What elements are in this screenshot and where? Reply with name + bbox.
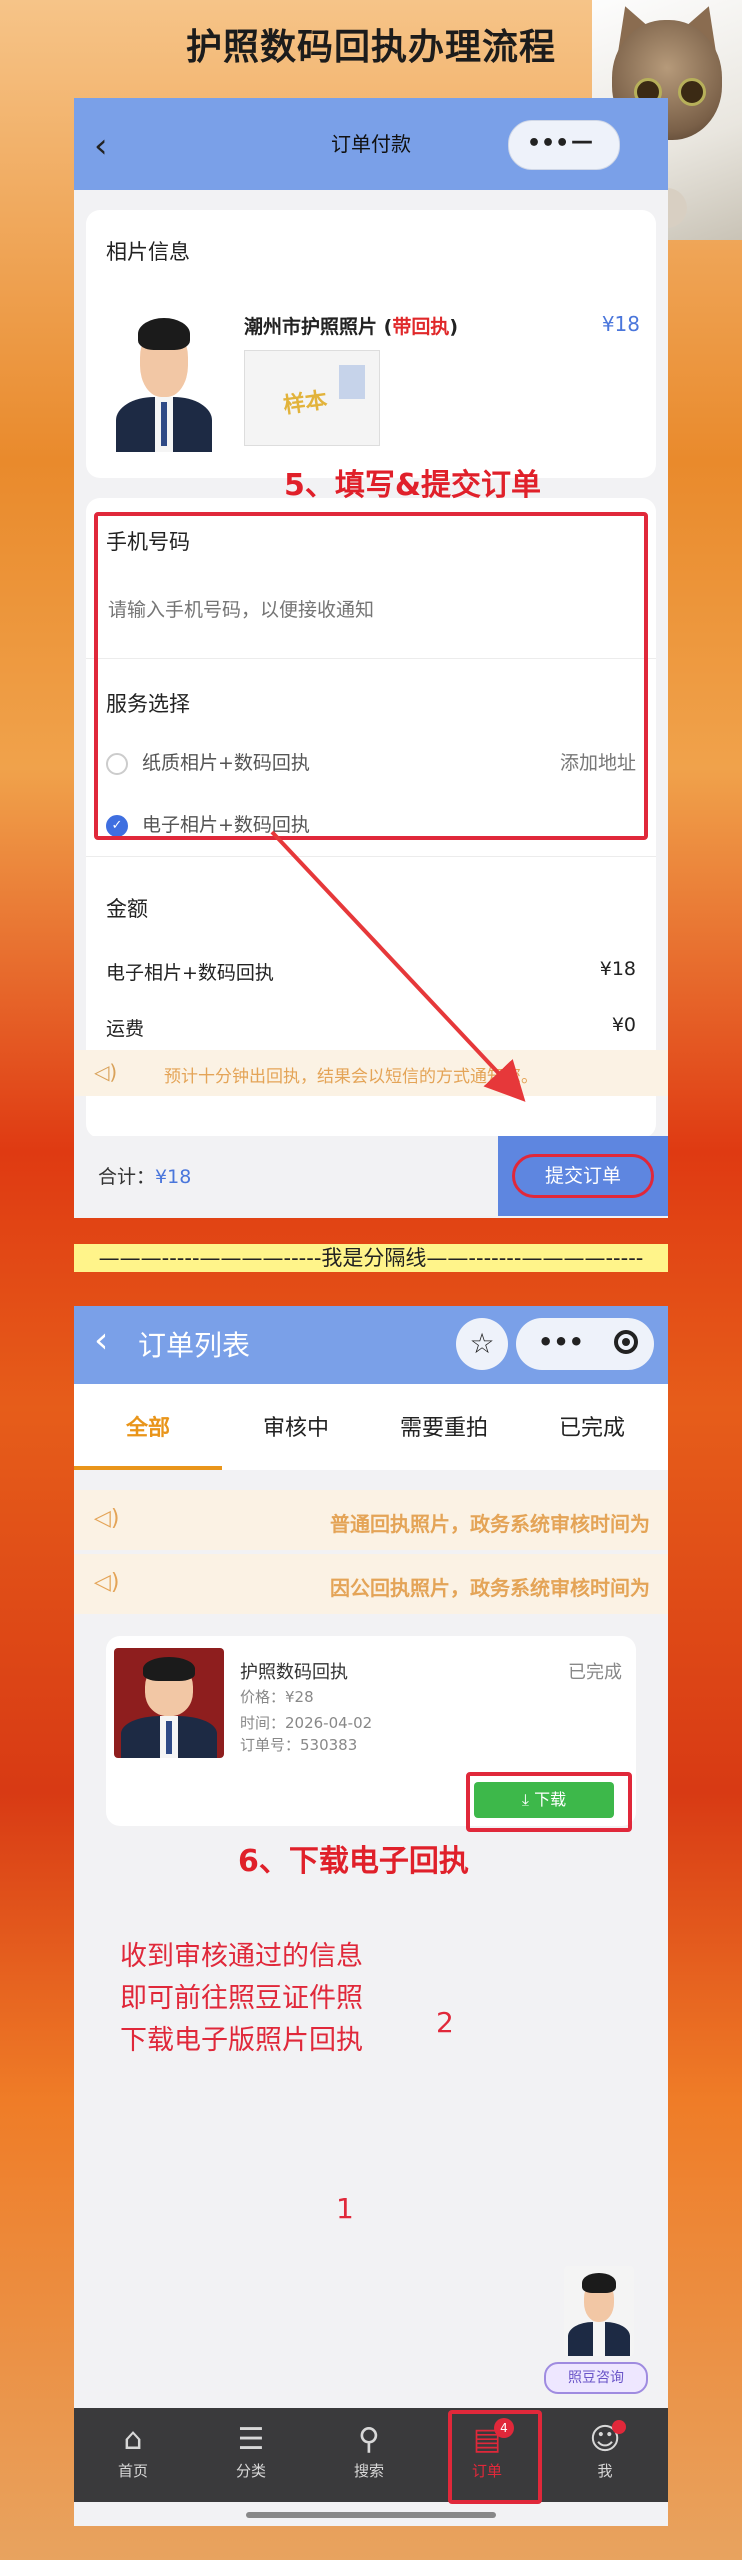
order-photo — [114, 1648, 224, 1758]
order-list-screen: ‹ 订单列表 ☆ ••• 全部 审核中 需要重拍 已完成 ◁) 普通回执照片，政… — [74, 1306, 668, 2526]
tab-retake[interactable]: 需要重拍 — [370, 1410, 518, 1442]
star-icon[interactable]: ☆ — [456, 1318, 508, 1370]
back-icon[interactable]: ‹ — [94, 1320, 108, 1361]
tab-completed[interactable]: 已完成 — [518, 1410, 666, 1442]
tabbar-home[interactable]: ⌂ 首页 — [74, 2420, 192, 2481]
arrow-to-submit — [270, 830, 526, 1102]
step-number-1: 1 — [336, 2192, 354, 2225]
order-number: 订单号：530383 — [240, 1736, 358, 1754]
tab-all[interactable]: 全部 — [74, 1410, 222, 1442]
consult-button[interactable]: 照豆咨询 — [544, 2362, 648, 2394]
home-indicator — [246, 2512, 496, 2518]
highlight-box — [466, 1772, 632, 1832]
notification-dot — [612, 2420, 626, 2434]
tabbar-category[interactable]: ☰ 分类 — [192, 2420, 310, 2481]
notice-bar-2: ◁) 因公回执照片，政务系统审核时间为 — [74, 1554, 668, 1614]
home-icon: ⌂ — [123, 2422, 143, 2457]
tab-underline — [74, 1466, 222, 1470]
order-time: 时间：2026-04-02 — [240, 1714, 373, 1732]
miniapp-capsule[interactable]: ••• — [516, 1318, 654, 1370]
tab-reviewing[interactable]: 审核中 — [222, 1410, 370, 1442]
bottom-tab-bar: ⌂ 首页 ☰ 分类 ⚲ 搜索 ▤ 订单 4 ☺ 我 — [74, 2408, 668, 2504]
highlight-box — [448, 2410, 542, 2504]
step6-label: 6、下载电子回执 — [238, 1844, 469, 1879]
speaker-icon: ◁) — [94, 1570, 120, 1595]
user-icon: ☺ — [589, 2422, 621, 2457]
instruction-text: 收到审核通过的信息 即可前往照豆证件照 下载电子版照片回执 — [120, 1941, 363, 2056]
order-card[interactable]: 护照数码回执 已完成 价格：¥28 时间：2026-04-02 订单号：5303… — [106, 1636, 636, 1832]
category-icon: ☰ — [237, 2422, 265, 2457]
speaker-icon: ◁) — [94, 1506, 120, 1531]
more-icon[interactable]: ••• — [538, 1328, 584, 1356]
order-tabs: 全部 审核中 需要重拍 已完成 — [74, 1384, 668, 1470]
consultant-avatar — [564, 2266, 634, 2356]
search-icon: ⚲ — [358, 2422, 380, 2457]
tabbar-me[interactable]: ☺ 我 — [546, 2420, 664, 2481]
order-status: 已完成 — [568, 1662, 622, 1683]
tabbar-orders[interactable]: ▤ 订单 4 — [428, 2410, 546, 2504]
nav-bar: ‹ 订单列表 ☆ ••• — [74, 1306, 668, 1384]
step-number-2: 2 — [436, 2006, 454, 2039]
nav-title: 订单列表 — [138, 1329, 251, 1362]
tabbar-search[interactable]: ⚲ 搜索 — [310, 2420, 428, 2481]
order-price: 价格：¥28 — [240, 1688, 314, 1706]
consult-widget[interactable]: 照豆咨询 — [544, 2266, 654, 2396]
separator-banner: ———-----————-----我是分隔线——-------————----- — [74, 1244, 668, 1272]
close-target-icon[interactable] — [614, 1330, 638, 1354]
order-title: 护照数码回执 — [240, 1662, 348, 1683]
notice-bar-1: ◁) 普通回执照片，政务系统审核时间为 — [74, 1490, 668, 1550]
